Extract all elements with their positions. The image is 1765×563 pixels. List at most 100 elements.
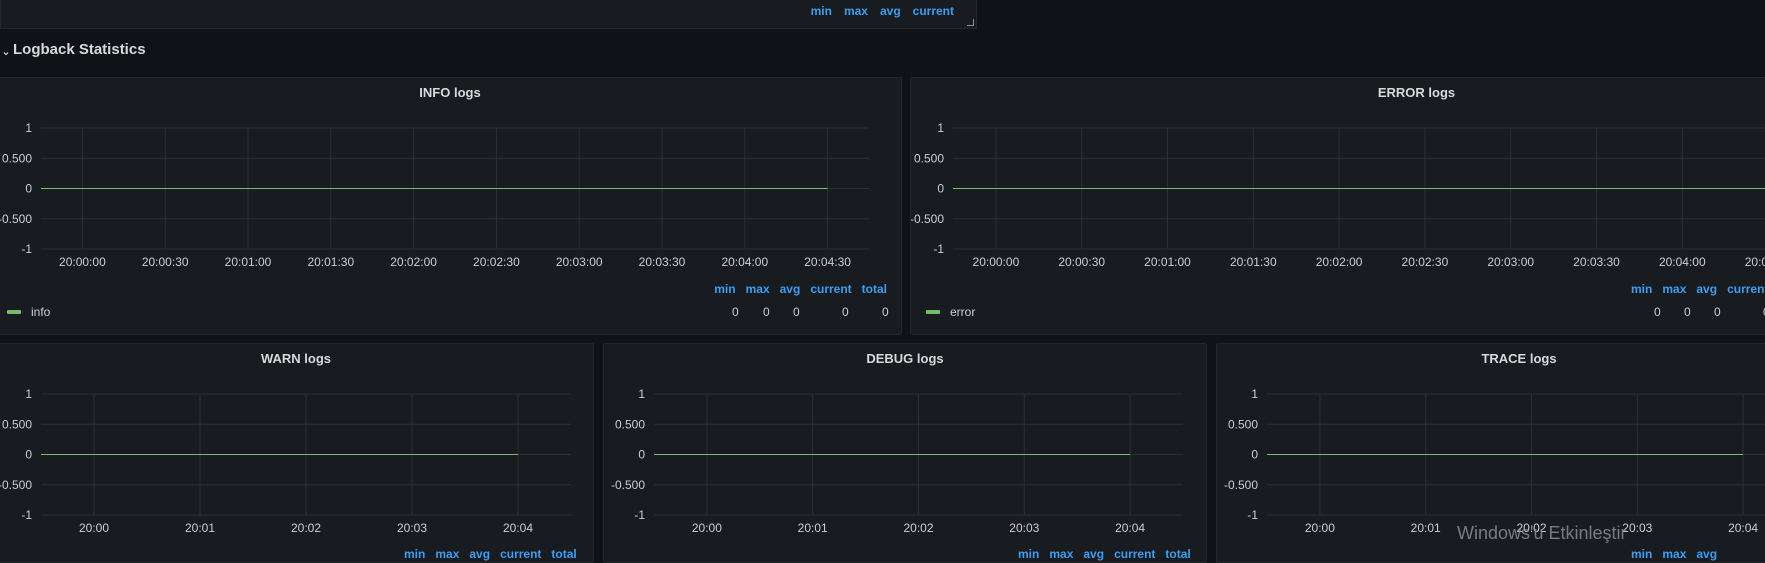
- row-header-logback[interactable]: ⌄ Logback Statistics: [0, 41, 146, 58]
- y-tick-label: -1: [933, 242, 944, 256]
- x-tick-label: 20:02: [291, 521, 321, 535]
- legend-header: min max avg current total: [714, 282, 887, 296]
- legend-sort-avg[interactable]: avg: [1696, 282, 1717, 296]
- legend-series-name[interactable]: info: [31, 305, 50, 319]
- graph-error[interactable]: 1 0.500 0 -0.500 -1 20:00:00 20:00:30 20:01:00 2…: [911, 78, 1765, 335]
- x-tick-label: 20:01: [185, 521, 215, 535]
- legend-value-min: 0: [1654, 305, 1661, 319]
- x-tick-label: 20:00: [79, 521, 109, 535]
- legend-sort-min[interactable]: min: [404, 547, 425, 561]
- legend-value-max: 0: [1684, 305, 1691, 319]
- y-tick-label: 0: [25, 182, 32, 196]
- panel-info-logs: INFO logs 1 0.500 0 -0.500 -1 20:00:00 20:00:3…: [0, 77, 902, 335]
- legend-header: min max avg: [1631, 547, 1717, 561]
- y-tick-label: 0.500: [1228, 417, 1258, 431]
- legend-header: min max avg current: [811, 4, 954, 18]
- legend-sort-max[interactable]: max: [1049, 547, 1073, 561]
- legend-value-avg: 0: [793, 305, 800, 319]
- legend-sort-avg[interactable]: avg: [880, 4, 901, 18]
- graph-info[interactable]: 1 0.500 0 -0.500 -1 20:00:00 20:00:30 20:01:00 2…: [0, 78, 902, 335]
- x-tick-label: 20:03: [397, 521, 427, 535]
- legend-series-name[interactable]: error: [950, 305, 975, 319]
- x-tick-label: 20:02:00: [1316, 255, 1363, 269]
- x-tick-label: 20:00:00: [59, 255, 106, 269]
- y-tick-label: -0.500: [611, 478, 645, 492]
- legend-sort-max[interactable]: max: [435, 547, 459, 561]
- legend-sort-current[interactable]: current: [500, 547, 541, 561]
- legend-series-item[interactable]: info: [7, 305, 50, 319]
- y-tick-label: 0.500: [615, 417, 645, 431]
- graph-warn[interactable]: 1 0.500 0 -0.500 -1 20:00 20:01 20:02 20:03 20:04: [0, 344, 594, 563]
- graph-debug[interactable]: 1 0.500 0 -0.500 -1 20:00 20:01 20:02 20:03 20:04: [604, 344, 1207, 563]
- legend-sort-min[interactable]: min: [1631, 282, 1652, 296]
- legend-sort-max[interactable]: max: [844, 4, 868, 18]
- y-tick-label: -0.500: [911, 212, 944, 226]
- legend-sort-avg[interactable]: avg: [1696, 547, 1717, 561]
- y-tick-label: 1: [25, 387, 32, 401]
- windows-activation-watermark: Windows'u Etkinleştir: [1457, 523, 1627, 543]
- series-color-swatch[interactable]: [926, 310, 940, 314]
- x-tick-label: 20:02:30: [473, 255, 520, 269]
- resize-handle-icon[interactable]: [967, 19, 974, 26]
- legend-header: min max avg current total: [1018, 547, 1191, 561]
- legend-header: min max avg current total: [404, 547, 577, 561]
- legend-sort-max[interactable]: max: [746, 282, 770, 296]
- x-tick-label: 20:04:00: [721, 255, 768, 269]
- x-tick-label: 20:01:00: [1144, 255, 1191, 269]
- y-tick-label: -0.500: [1224, 478, 1258, 492]
- x-tick-label: 20:02:30: [1402, 255, 1449, 269]
- x-tick-label: 20:00:30: [1058, 255, 1105, 269]
- x-tick-label: 20:04:30: [804, 255, 851, 269]
- y-tick-label: 1: [937, 121, 944, 135]
- x-tick-label: 20:01:00: [225, 255, 272, 269]
- legend-values: 0 0 0 0 0: [732, 305, 889, 319]
- y-tick-label: -0.500: [0, 212, 32, 226]
- y-tick-label: 0.500: [914, 151, 944, 165]
- y-tick-label: -0.500: [0, 478, 32, 492]
- y-tick-label: -1: [1247, 508, 1258, 522]
- legend-sort-avg[interactable]: avg: [469, 547, 490, 561]
- chevron-down-icon[interactable]: ⌄: [0, 45, 12, 58]
- y-tick-label: -1: [21, 508, 32, 522]
- legend-series-item[interactable]: error: [926, 305, 975, 319]
- x-tick-label: 20:03:30: [639, 255, 686, 269]
- row-title: Logback Statistics: [13, 41, 146, 58]
- y-tick-label: 0: [1251, 448, 1258, 462]
- x-tick-label: 20:03:00: [556, 255, 603, 269]
- legend-sort-min[interactable]: min: [1631, 547, 1652, 561]
- legend-sort-avg[interactable]: avg: [1083, 547, 1104, 561]
- legend-sort-total[interactable]: total: [862, 282, 887, 296]
- legend-sort-current[interactable]: current: [810, 282, 851, 296]
- legend-sort-total[interactable]: total: [1165, 547, 1190, 561]
- previous-panel-footer: min max avg current: [0, 0, 977, 29]
- legend-sort-min[interactable]: min: [714, 282, 735, 296]
- x-tick-label: 20:03: [1009, 521, 1039, 535]
- y-tick-label: 0.500: [2, 151, 32, 165]
- series-color-swatch[interactable]: [7, 310, 21, 314]
- y-tick-label: 1: [638, 387, 645, 401]
- legend-sort-current[interactable]: current: [913, 4, 954, 18]
- legend-header: min max avg current: [1631, 282, 1765, 296]
- x-tick-label: 20:01: [798, 521, 828, 535]
- legend-sort-min[interactable]: min: [811, 4, 832, 18]
- legend-sort-min[interactable]: min: [1018, 547, 1039, 561]
- x-tick-label: 20:03: [1622, 521, 1652, 535]
- panel-warn-logs: WARN logs 1 0.500 0 -0.500 -1 20:00 20:01 20:02…: [0, 343, 594, 563]
- legend-sort-current[interactable]: current: [1727, 282, 1765, 296]
- legend-sort-max[interactable]: max: [1662, 547, 1686, 561]
- y-tick-label: -1: [21, 242, 32, 256]
- legend-value-avg: 0: [1714, 305, 1721, 319]
- y-tick-label: 0: [638, 448, 645, 462]
- x-tick-label: 20:01: [1411, 521, 1441, 535]
- x-tick-label: 20:00:00: [973, 255, 1020, 269]
- y-tick-label: 0: [937, 182, 944, 196]
- legend-sort-avg[interactable]: avg: [780, 282, 801, 296]
- legend-sort-total[interactable]: total: [551, 547, 576, 561]
- x-tick-label: 20:00:30: [142, 255, 189, 269]
- y-tick-label: 0.500: [2, 417, 32, 431]
- legend-sort-max[interactable]: max: [1662, 282, 1686, 296]
- x-tick-label: 20:01:30: [1230, 255, 1277, 269]
- legend-sort-current[interactable]: current: [1114, 547, 1155, 561]
- x-tick-label: 20:01:30: [307, 255, 354, 269]
- x-tick-label: 20:04: [503, 521, 533, 535]
